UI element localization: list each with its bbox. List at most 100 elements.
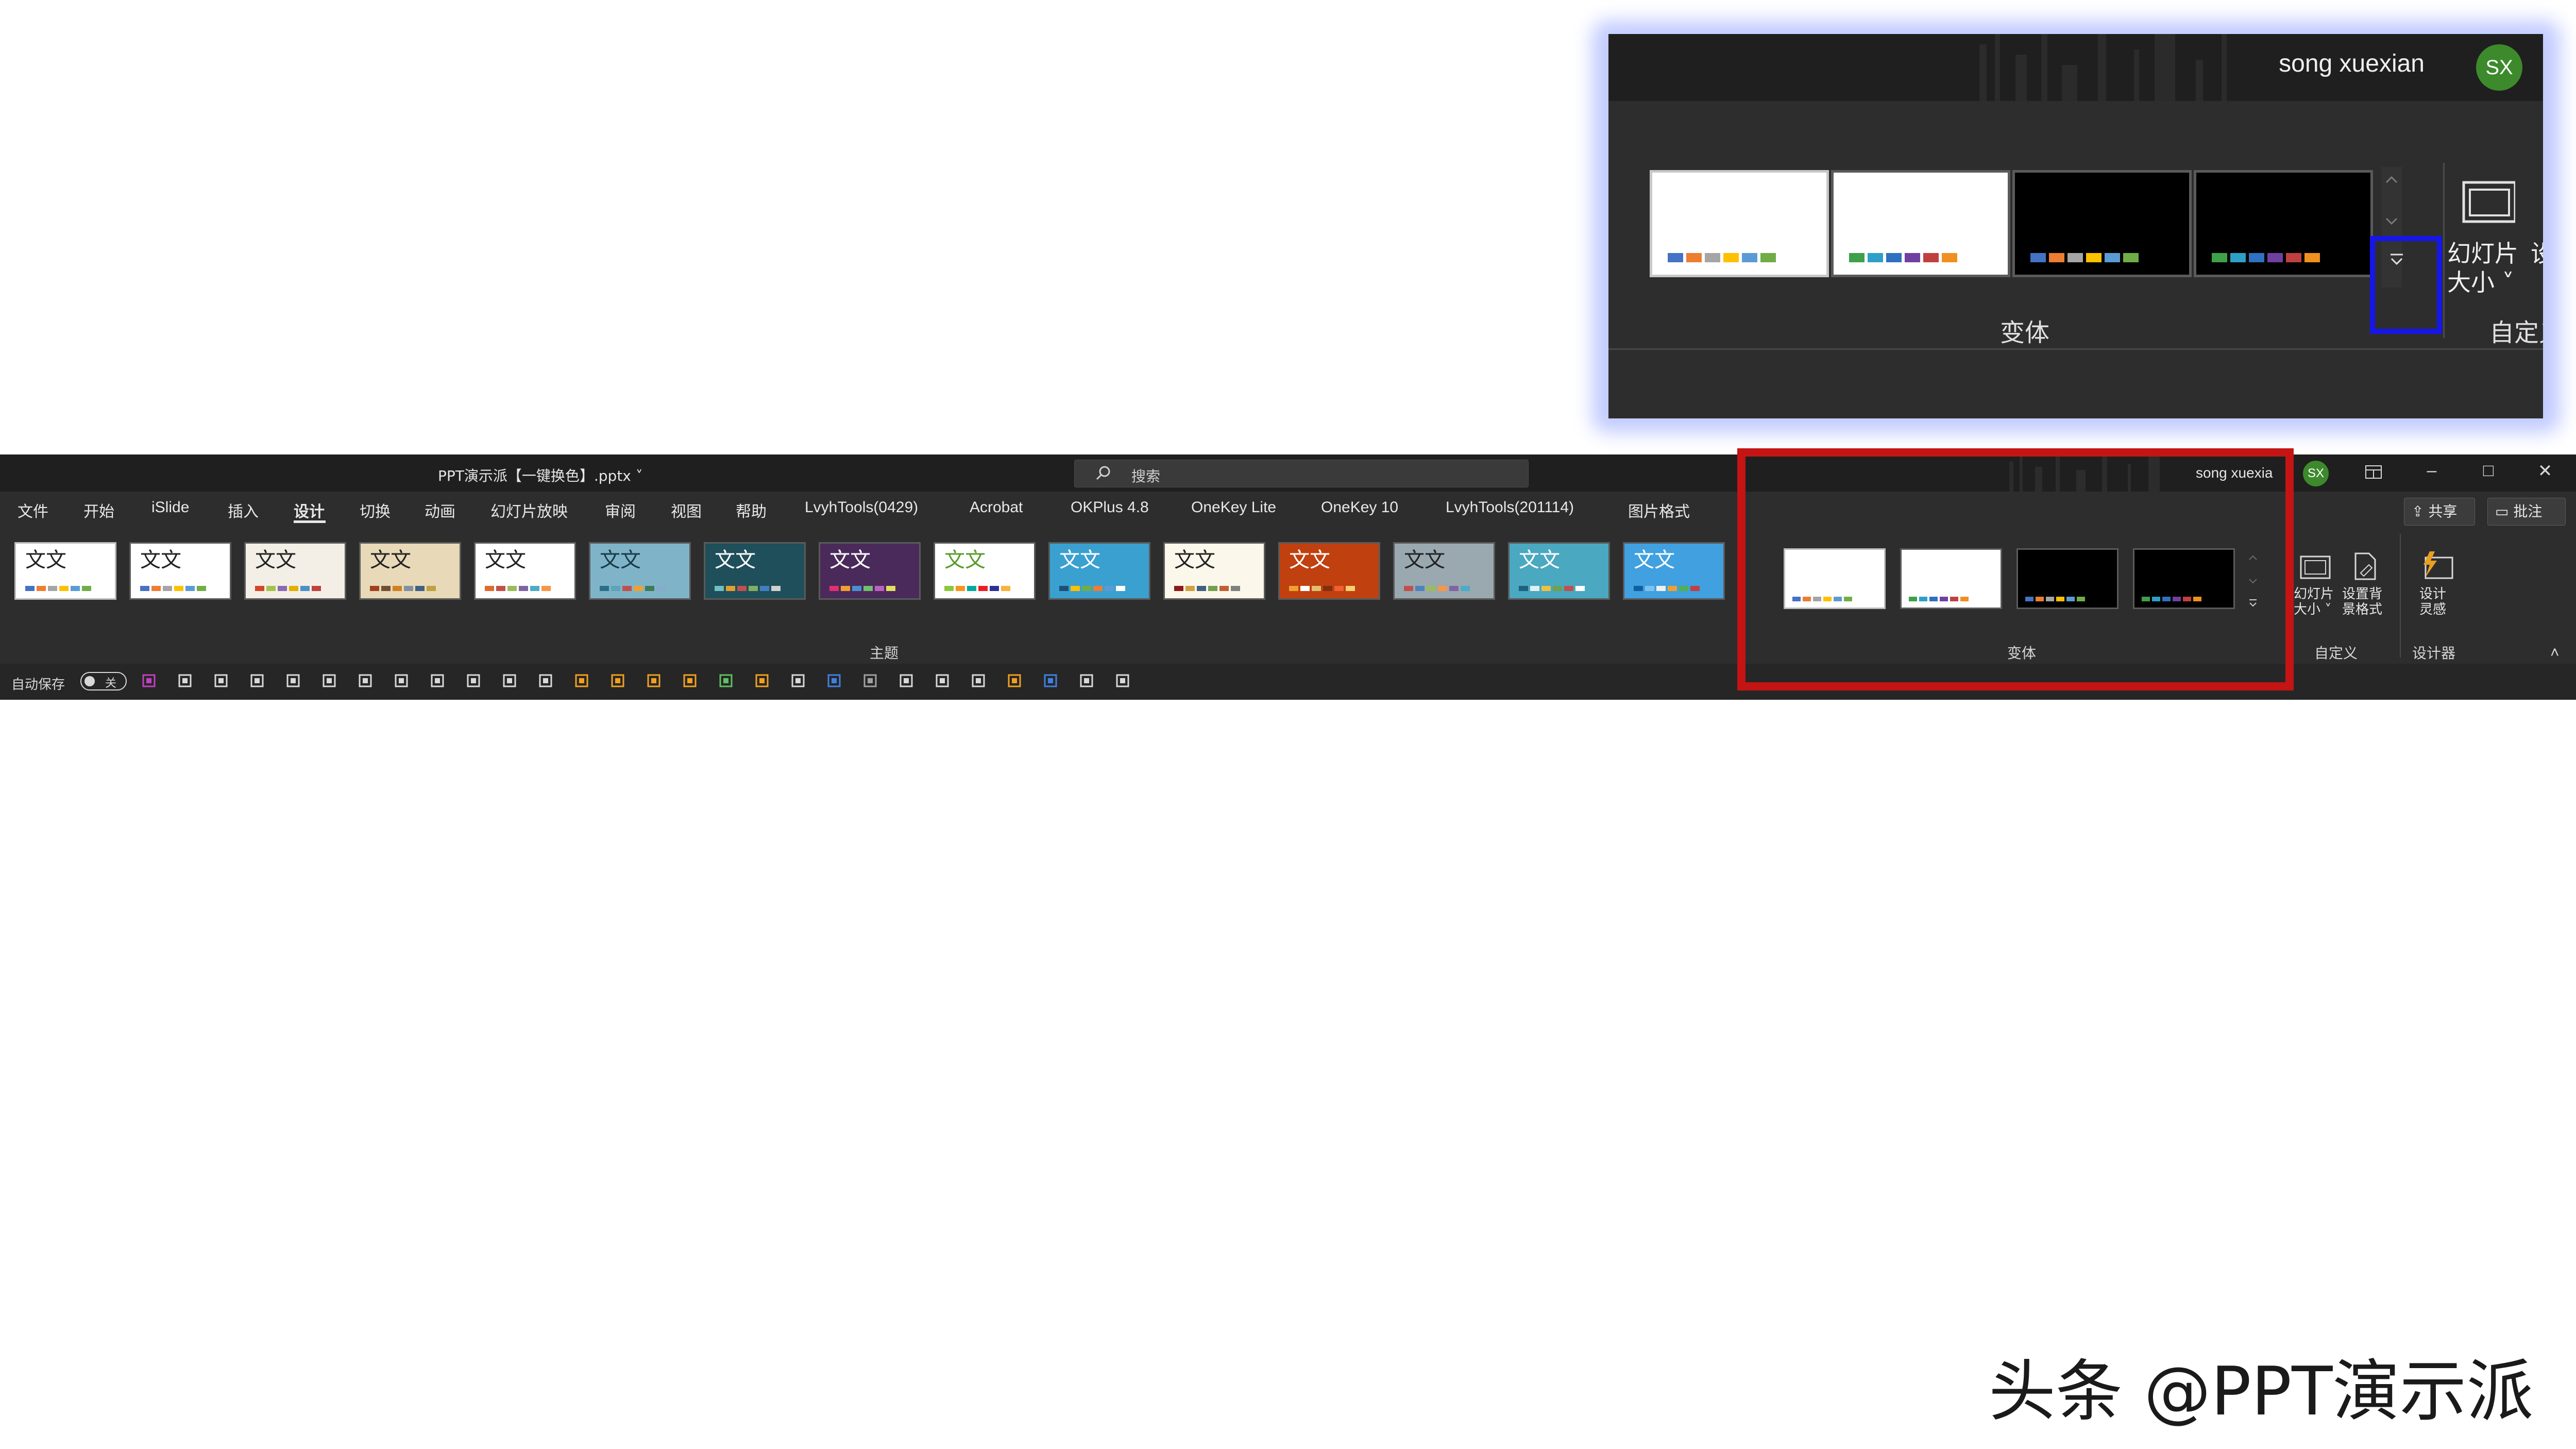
format-background-icon[interactable] <box>2345 550 2381 586</box>
align-right-icon[interactable] <box>319 671 340 692</box>
shape-outline-icon[interactable] <box>896 671 917 692</box>
tab-onekey-10[interactable]: OneKey 10 <box>1321 499 1398 516</box>
tab-animations[interactable]: 动画 <box>425 499 455 521</box>
color-swatch <box>2067 253 2083 262</box>
align-bottom-icon[interactable] <box>392 671 412 692</box>
undo-icon[interactable] <box>175 671 196 692</box>
save-icon[interactable] <box>139 671 160 692</box>
autosave-toggle[interactable]: 关 <box>80 672 127 690</box>
color-swatch <box>2267 253 2283 262</box>
theme-thumbnail[interactable]: 文文 <box>1163 542 1265 600</box>
color-swatch <box>2123 253 2139 262</box>
variant-thumbnail[interactable] <box>1650 170 1829 277</box>
align-top-icon[interactable] <box>247 671 268 692</box>
theme-thumbnail[interactable]: 文文 <box>1278 542 1380 600</box>
color-swatch <box>185 586 195 591</box>
tab-transitions[interactable]: 切换 <box>360 499 391 521</box>
ribbon-divider <box>1608 348 2543 350</box>
tab-onekey-lite[interactable]: OneKey Lite <box>1191 499 1276 516</box>
format-background-label[interactable]: 设置背 <box>2342 586 2382 602</box>
user-avatar[interactable]: SX <box>2476 44 2522 91</box>
variant-thumbnail[interactable] <box>2194 170 2373 277</box>
tab-home[interactable]: 开始 <box>83 499 114 521</box>
image-icon[interactable] <box>969 671 989 692</box>
circle-icon[interactable] <box>824 671 845 692</box>
theme-thumbnail[interactable]: 文文 <box>1508 542 1610 600</box>
line-color-icon[interactable] <box>752 671 773 692</box>
document-title[interactable]: PPT演示派【一键换色】.pptx ˅ <box>438 465 643 485</box>
theme-thumbnail-text: 文文 <box>944 548 986 572</box>
share-button[interactable]: ⇪ 共享 <box>2404 498 2475 526</box>
color-swatch <box>645 586 654 591</box>
customize-qat-icon[interactable] <box>1113 671 1133 692</box>
theme-thumbnail[interactable]: 文文 <box>1623 542 1725 600</box>
center-icon[interactable] <box>536 671 556 692</box>
shape-icon[interactable] <box>860 671 881 692</box>
ungroup-icon[interactable] <box>680 671 701 692</box>
send-backward-icon[interactable] <box>608 671 629 692</box>
tab-acrobat[interactable]: Acrobat <box>970 499 1023 516</box>
tab-lvyhtools-201114[interactable]: LvyhTools(201114) <box>1446 499 1574 516</box>
tab-help[interactable]: 帮助 <box>736 499 767 521</box>
slide-size-label-line2[interactable]: 大小 ˅ <box>2447 264 2514 298</box>
design-ideas-label[interactable]: 设计 <box>2419 586 2446 602</box>
theme-thumbnail[interactable]: 文文 <box>244 542 346 600</box>
theme-thumbnail[interactable]: 文文 <box>14 542 116 600</box>
color-swatch <box>1116 586 1125 591</box>
theme-thumbnail[interactable]: 文文 <box>934 542 1036 600</box>
close-icon[interactable]: ✕ <box>2530 461 2561 481</box>
slide-size-label[interactable]: 幻灯片 <box>2294 586 2334 602</box>
bring-forward-icon[interactable] <box>572 671 592 692</box>
minimize-icon[interactable]: – <box>2416 461 2447 481</box>
color-swatch <box>1645 586 1654 591</box>
distribute-icon[interactable] <box>428 671 448 692</box>
align-center-icon[interactable] <box>355 671 376 692</box>
picture-fill-icon[interactable] <box>1005 671 1025 692</box>
theme-thumbnail[interactable]: 文文 <box>589 542 691 600</box>
align-left-icon[interactable] <box>283 671 304 692</box>
watermark: 头条 @PPT演示派 <box>1989 1352 2534 1430</box>
tab-okplus[interactable]: OKPlus 4.8 <box>1071 499 1149 516</box>
theme-thumbnail[interactable]: 文文 <box>359 542 461 600</box>
comments-button[interactable]: ▭ 批注 <box>2487 498 2566 526</box>
theme-thumbnail[interactable]: 文文 <box>704 542 806 600</box>
tab-view[interactable]: 视图 <box>671 499 702 521</box>
theme-thumbnail[interactable]: 文文 <box>819 542 921 600</box>
group-icon[interactable] <box>644 671 665 692</box>
tab-lvyhtools-0429[interactable]: LvyhTools(0429) <box>805 499 918 516</box>
user-name[interactable]: song xuexian <box>2279 49 2425 78</box>
tab-islide[interactable]: iSlide <box>151 499 189 516</box>
theme-thumbnail[interactable]: 文文 <box>474 542 576 600</box>
tab-file[interactable]: 文件 <box>18 499 48 521</box>
color-icon[interactable] <box>1041 671 1061 692</box>
theme-thumbnail[interactable]: 文文 <box>1048 542 1150 600</box>
design-ideas-label-line2[interactable]: 灵感 <box>2419 602 2446 617</box>
shape-fill-icon[interactable] <box>716 671 737 692</box>
color-swatch <box>1071 586 1080 591</box>
format-background-label-line2[interactable]: 景格式 <box>2342 602 2382 617</box>
pen-icon[interactable] <box>788 671 809 692</box>
user-avatar[interactable]: SX <box>2303 461 2329 486</box>
maximize-icon[interactable]: □ <box>2473 461 2504 481</box>
ribbon-display-options-icon[interactable] <box>2365 465 2382 480</box>
collapse-ribbon-icon[interactable]: ˄ <box>2550 644 2560 662</box>
design-ideas-icon[interactable] <box>2416 549 2455 586</box>
variant-thumbnail[interactable] <box>2012 170 2192 277</box>
distribute-v-icon[interactable] <box>500 671 520 692</box>
tab-picture-format[interactable]: 图片格式 <box>1628 499 1690 521</box>
crop-icon[interactable] <box>933 671 953 692</box>
redo-icon[interactable] <box>211 671 232 692</box>
tab-design[interactable]: 设计 <box>294 499 325 521</box>
font-color-icon[interactable] <box>1077 671 1097 692</box>
slide-size-icon[interactable] <box>2298 554 2334 585</box>
search-box[interactable]: 搜索 <box>1074 460 1529 487</box>
tab-insert[interactable]: 插入 <box>228 499 259 521</box>
theme-thumbnail[interactable]: 文文 <box>129 542 231 600</box>
color-swatch <box>1174 586 1183 591</box>
variant-thumbnail[interactable] <box>1831 170 2010 277</box>
theme-thumbnail[interactable]: 文文 <box>1393 542 1495 600</box>
tab-slide-show[interactable]: 幻灯片放映 <box>490 499 568 521</box>
tab-review[interactable]: 审阅 <box>605 499 636 521</box>
distribute-h-icon[interactable] <box>464 671 484 692</box>
slide-size-label-line2[interactable]: 大小 ˅ <box>2294 602 2331 617</box>
